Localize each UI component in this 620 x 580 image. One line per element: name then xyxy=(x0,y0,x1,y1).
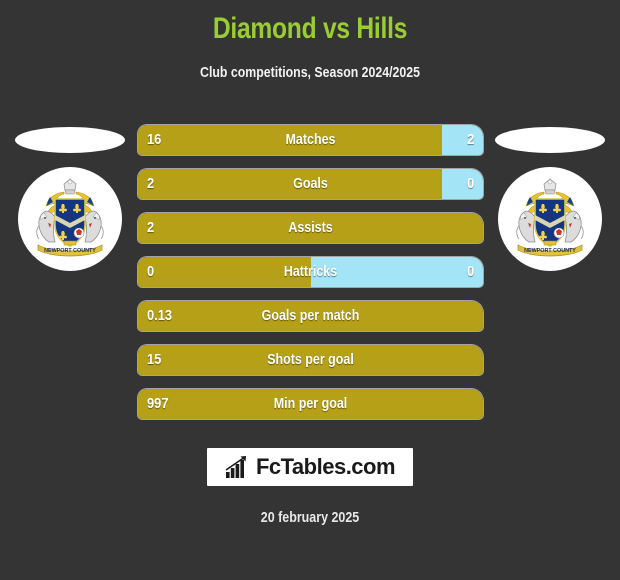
home-team-name-plate xyxy=(15,127,125,153)
stat-label: Assists xyxy=(288,220,333,236)
away-team-crest: NEWPORT COUNTY xyxy=(498,167,602,271)
stat-value-home: 16 xyxy=(147,131,162,148)
newport-county-crest-icon: NEWPORT COUNTY xyxy=(516,178,584,257)
bar-chart-growth-icon xyxy=(225,456,246,478)
footer-date: 20 february 2025 xyxy=(260,510,360,526)
stat-value-away: 2 xyxy=(466,131,474,148)
stat-comparison-list: 16 Matches 2 2 Goals 0 2 Assists 0 Hattricks 0 0.13… xyxy=(138,125,483,433)
stat-row: 16 Matches 2 xyxy=(138,125,483,155)
stat-label: Shots per goal xyxy=(267,352,354,368)
stat-value-home: 2 xyxy=(147,219,155,236)
stat-label: Goals per match xyxy=(261,308,360,324)
stat-value-away: 0 xyxy=(466,175,474,192)
stat-row: 15 Shots per goal xyxy=(138,345,483,375)
page-subtitle: Club competitions, Season 2024/2025 xyxy=(200,65,420,81)
stat-row: 2 Goals 0 xyxy=(138,169,483,199)
stat-label: Hattricks xyxy=(283,264,338,280)
stat-value-home: 2 xyxy=(147,175,155,192)
home-team-column: NEWPORT COUNTY xyxy=(10,124,130,304)
stat-label: Goals xyxy=(293,176,328,192)
stat-label: Min per goal xyxy=(273,396,348,412)
stat-row: 0.13 Goals per match xyxy=(138,301,483,331)
stat-label: Matches xyxy=(285,132,336,148)
stat-row: 2 Assists xyxy=(138,213,483,243)
stat-row: 997 Min per goal xyxy=(138,389,483,419)
page-title: Diamond vs Hills xyxy=(212,12,408,45)
away-team-column: NEWPORT COUNTY xyxy=(490,124,610,304)
stat-value-home: 0 xyxy=(147,263,155,280)
footer: FcTables.com 20 february 2025 xyxy=(0,448,620,526)
svg-text:NEWPORT COUNTY: NEWPORT COUNTY xyxy=(524,248,576,254)
svg-text:NEWPORT COUNTY: NEWPORT COUNTY xyxy=(44,248,96,254)
fctables-logo[interactable]: FcTables.com xyxy=(207,448,413,486)
newport-county-crest-icon: NEWPORT COUNTY xyxy=(36,178,104,257)
stat-value-home: 15 xyxy=(147,351,162,368)
away-team-name-plate xyxy=(495,127,605,153)
stat-value-away: 0 xyxy=(466,263,474,280)
home-team-crest: NEWPORT COUNTY xyxy=(18,167,122,271)
stat-row: 0 Hattricks 0 xyxy=(138,257,483,287)
fctables-wordmark: FcTables.com xyxy=(255,454,396,479)
header: Diamond vs Hills Club competitions, Seas… xyxy=(0,0,620,88)
